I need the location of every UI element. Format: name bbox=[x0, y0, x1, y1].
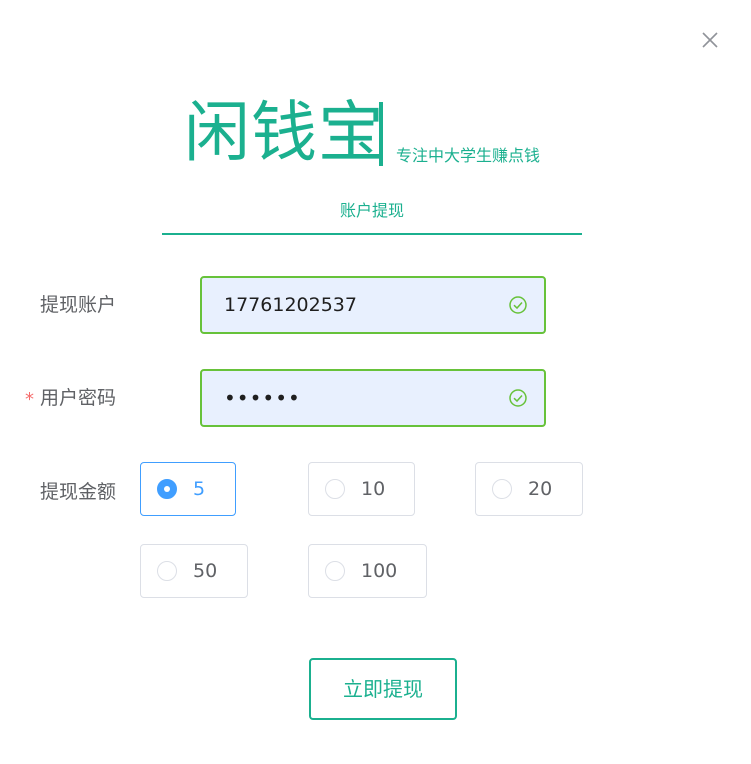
password-label: 用户密码 bbox=[40, 387, 117, 409]
password-input[interactable] bbox=[224, 371, 494, 425]
amount-option-5[interactable]: 5 bbox=[140, 462, 236, 516]
amount-label: 提现金额 bbox=[40, 481, 117, 503]
radio-button-icon bbox=[492, 479, 512, 499]
check-circle-icon bbox=[509, 296, 527, 314]
amount-option-100[interactable]: 100 bbox=[308, 544, 427, 598]
amount-option-label: 10 bbox=[361, 478, 386, 500]
withdraw-button[interactable]: 立即提现 bbox=[309, 658, 457, 720]
amount-option-label: 5 bbox=[193, 478, 206, 500]
account-input[interactable] bbox=[224, 278, 494, 332]
check-circle-icon bbox=[509, 389, 527, 407]
password-field[interactable] bbox=[200, 369, 546, 427]
close-button[interactable] bbox=[698, 28, 722, 52]
radio-button-icon bbox=[157, 561, 177, 581]
amount-option-label: 100 bbox=[361, 560, 398, 582]
amount-option-10[interactable]: 10 bbox=[308, 462, 415, 516]
required-marker: * bbox=[25, 389, 34, 410]
amount-option-20[interactable]: 20 bbox=[475, 462, 583, 516]
radio-button-icon bbox=[157, 479, 177, 499]
amount-option-label: 20 bbox=[528, 478, 553, 500]
tab-active-indicator bbox=[162, 233, 582, 235]
account-label: 提现账户 bbox=[40, 294, 117, 316]
radio-button-icon bbox=[325, 561, 345, 581]
account-field[interactable] bbox=[200, 276, 546, 334]
amount-option-label: 50 bbox=[193, 560, 218, 582]
tab-withdraw[interactable]: 账户提现 bbox=[162, 198, 582, 224]
brand-slogan: 专注中大学生赚点钱 bbox=[396, 146, 541, 165]
amount-option-50[interactable]: 50 bbox=[140, 544, 248, 598]
brand-divider bbox=[379, 102, 383, 166]
close-icon bbox=[702, 32, 718, 48]
brand-name: 闲钱宝 bbox=[184, 94, 385, 171]
radio-button-icon bbox=[325, 479, 345, 499]
